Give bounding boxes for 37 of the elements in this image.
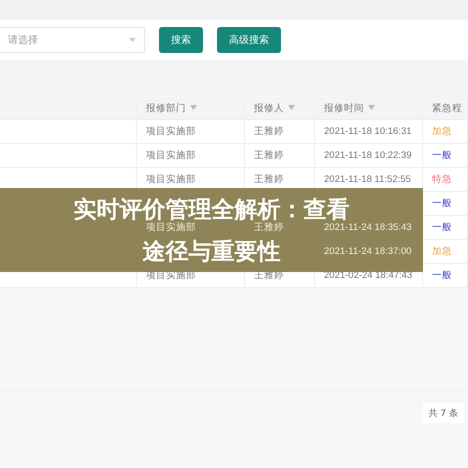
urgency-label: 一般 <box>432 269 452 282</box>
table-cell: 项目实施部 <box>146 173 196 186</box>
banner-title: 实时评价管理全解析：查看 <box>74 197 350 223</box>
urgency-label: 加急 <box>432 245 452 258</box>
table-cell: 王雅婷 <box>254 125 284 138</box>
table-cell: 王雅婷 <box>254 221 284 234</box>
table-cell: 项目实施部 <box>146 125 196 138</box>
table-cell: 项目实施部 <box>146 269 196 282</box>
urgency-label: 加急 <box>432 125 452 138</box>
table-cell: 2021-11-18 10:16:31 <box>324 126 412 137</box>
filter-icon[interactable] <box>368 105 375 111</box>
urgency-label: 一般 <box>432 221 452 234</box>
banner-title: 途径与重要性 <box>142 239 280 265</box>
column-header: 紧急程 <box>432 102 462 114</box>
urgency-label: 特急 <box>432 173 452 186</box>
table-cell: 王雅婷 <box>254 149 284 162</box>
advanced-search-button[interactable]: 高级搜索 <box>217 27 281 53</box>
column-header: 报修人 <box>254 102 284 114</box>
urgency-label: 一般 <box>432 197 452 210</box>
total-count: 共 7 条 <box>422 403 464 423</box>
column-header: 报修部门 <box>146 102 186 114</box>
caret-icon <box>129 38 136 42</box>
table-cell: 2021-02-24 18:47:43 <box>324 270 412 281</box>
table-cell: 2021-11-18 11:52:55 <box>324 174 411 185</box>
urgency-label: 一般 <box>432 149 452 162</box>
table-cell: 项目实施部 <box>146 221 196 234</box>
table-cell: 2021-11-24 18:35:43 <box>324 222 412 233</box>
search-button[interactable]: 搜索 <box>159 27 203 53</box>
table-cell: 2021-11-24 18:37:00 <box>324 246 412 257</box>
table-cell: 王雅婷 <box>254 269 284 282</box>
select-field[interactable]: 请选择 <box>0 27 145 53</box>
table-cell: 2021-11-18 10:22:39 <box>324 150 412 161</box>
filter-icon[interactable] <box>190 105 197 111</box>
column-header: 报修时间 <box>324 102 364 114</box>
table-cell: 项目实施部 <box>146 149 196 162</box>
table-cell: 王雅婷 <box>254 173 284 186</box>
filter-icon[interactable] <box>288 105 295 111</box>
